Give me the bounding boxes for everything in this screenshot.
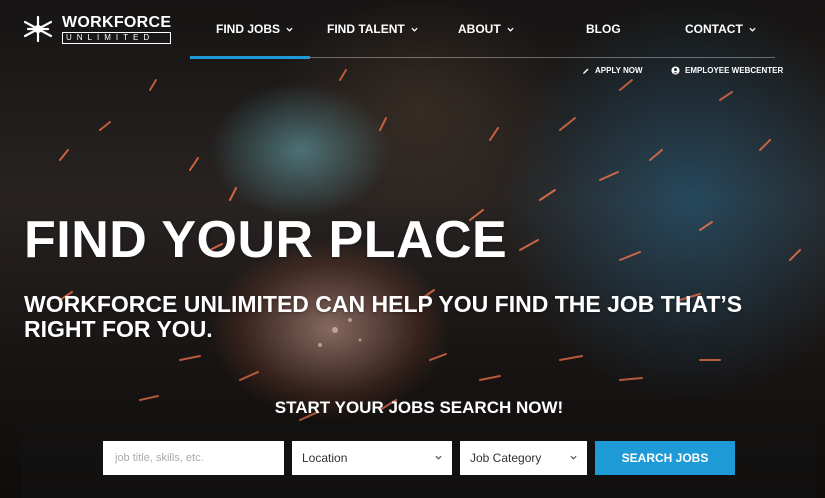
keyword-field[interactable]	[103, 441, 284, 475]
location-select[interactable]: Location	[292, 441, 452, 475]
chevron-down-icon	[411, 27, 418, 32]
nav-item-label: ABOUT	[458, 22, 501, 36]
nav-item-label: CONTACT	[685, 22, 743, 36]
nav-item-label: FIND TALENT	[327, 22, 405, 36]
chevron-down-icon	[286, 27, 293, 32]
nav-item-find-talent[interactable]: FIND TALENT	[327, 22, 418, 36]
nav-item-label: FIND JOBS	[216, 22, 281, 36]
hero-subheadline: WORKFORCE UNLIMITED CAN HELP YOU FIND TH…	[24, 291, 743, 342]
page: WORKFORCE UNLIMITED FIND JOBS FIND TALEN…	[0, 0, 825, 498]
chevron-down-icon	[507, 27, 514, 32]
search-title: START YOUR JOBS SEARCH NOW!	[274, 398, 564, 417]
hero-headline: FIND YOUR PLACE	[24, 211, 508, 269]
nav-item-about[interactable]: ABOUT	[458, 22, 514, 36]
keyword-input[interactable]	[113, 451, 284, 465]
pencil-icon	[583, 68, 589, 74]
chevron-down-icon	[435, 455, 442, 460]
job-category-select-value: Job Category	[470, 451, 542, 465]
search-jobs-button[interactable]: SEARCH JOBS	[595, 441, 735, 475]
user-circle-icon	[671, 66, 680, 75]
chevron-down-icon	[570, 455, 577, 460]
nav-item-find-jobs[interactable]: FIND JOBS	[216, 22, 293, 36]
apply-now-label: APPLY NOW	[595, 66, 643, 75]
employee-webcenter-link[interactable]: EMPLOYEE WEBCENTER	[671, 66, 783, 75]
job-category-select[interactable]: Job Category	[460, 441, 587, 475]
nav-item-label: BLOG	[586, 22, 621, 36]
employee-webcenter-label: EMPLOYEE WEBCENTER	[685, 66, 784, 75]
chevron-down-icon	[749, 27, 756, 32]
location-select-value: Location	[302, 451, 348, 465]
main-nav: FIND JOBS FIND TALENT ABOUT BLOG CONTACT	[0, 22, 825, 42]
nav-item-blog[interactable]: BLOG	[586, 22, 621, 36]
apply-now-link[interactable]: APPLY NOW	[582, 66, 643, 75]
nav-item-contact[interactable]: CONTACT	[685, 22, 756, 36]
nav-active-indicator	[190, 56, 310, 59]
